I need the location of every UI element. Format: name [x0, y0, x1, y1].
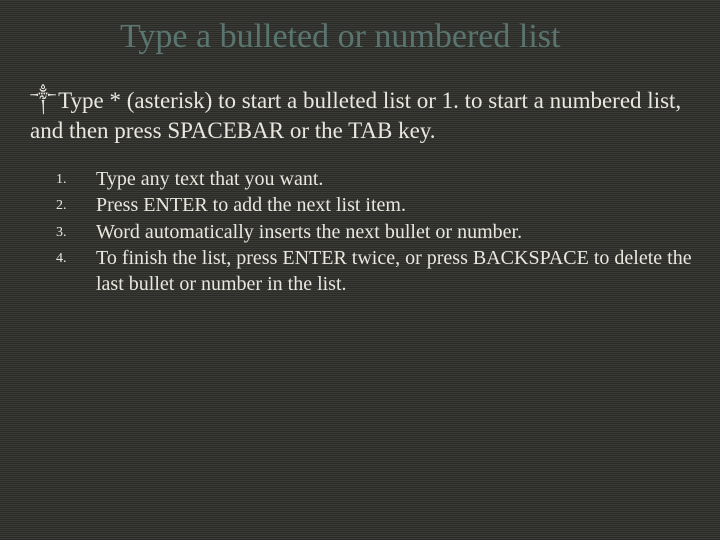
- slide-title: Type a bulleted or numbered list: [0, 0, 720, 56]
- list-item: Type any text that you want.: [56, 166, 720, 192]
- intro-body: Type * (asterisk) to start a bulleted li…: [30, 88, 681, 143]
- list-item: To finish the list, press ENTER twice, o…: [56, 245, 720, 298]
- numbered-steps: Type any text that you want. Press ENTER…: [0, 166, 720, 298]
- list-item: Word automatically inserts the next bull…: [56, 219, 720, 245]
- intro-text: ༒Type * (asterisk) to start a bulleted l…: [0, 86, 720, 146]
- bullet-icon: ༒: [30, 86, 56, 112]
- list-item: Press ENTER to add the next list item.: [56, 192, 720, 218]
